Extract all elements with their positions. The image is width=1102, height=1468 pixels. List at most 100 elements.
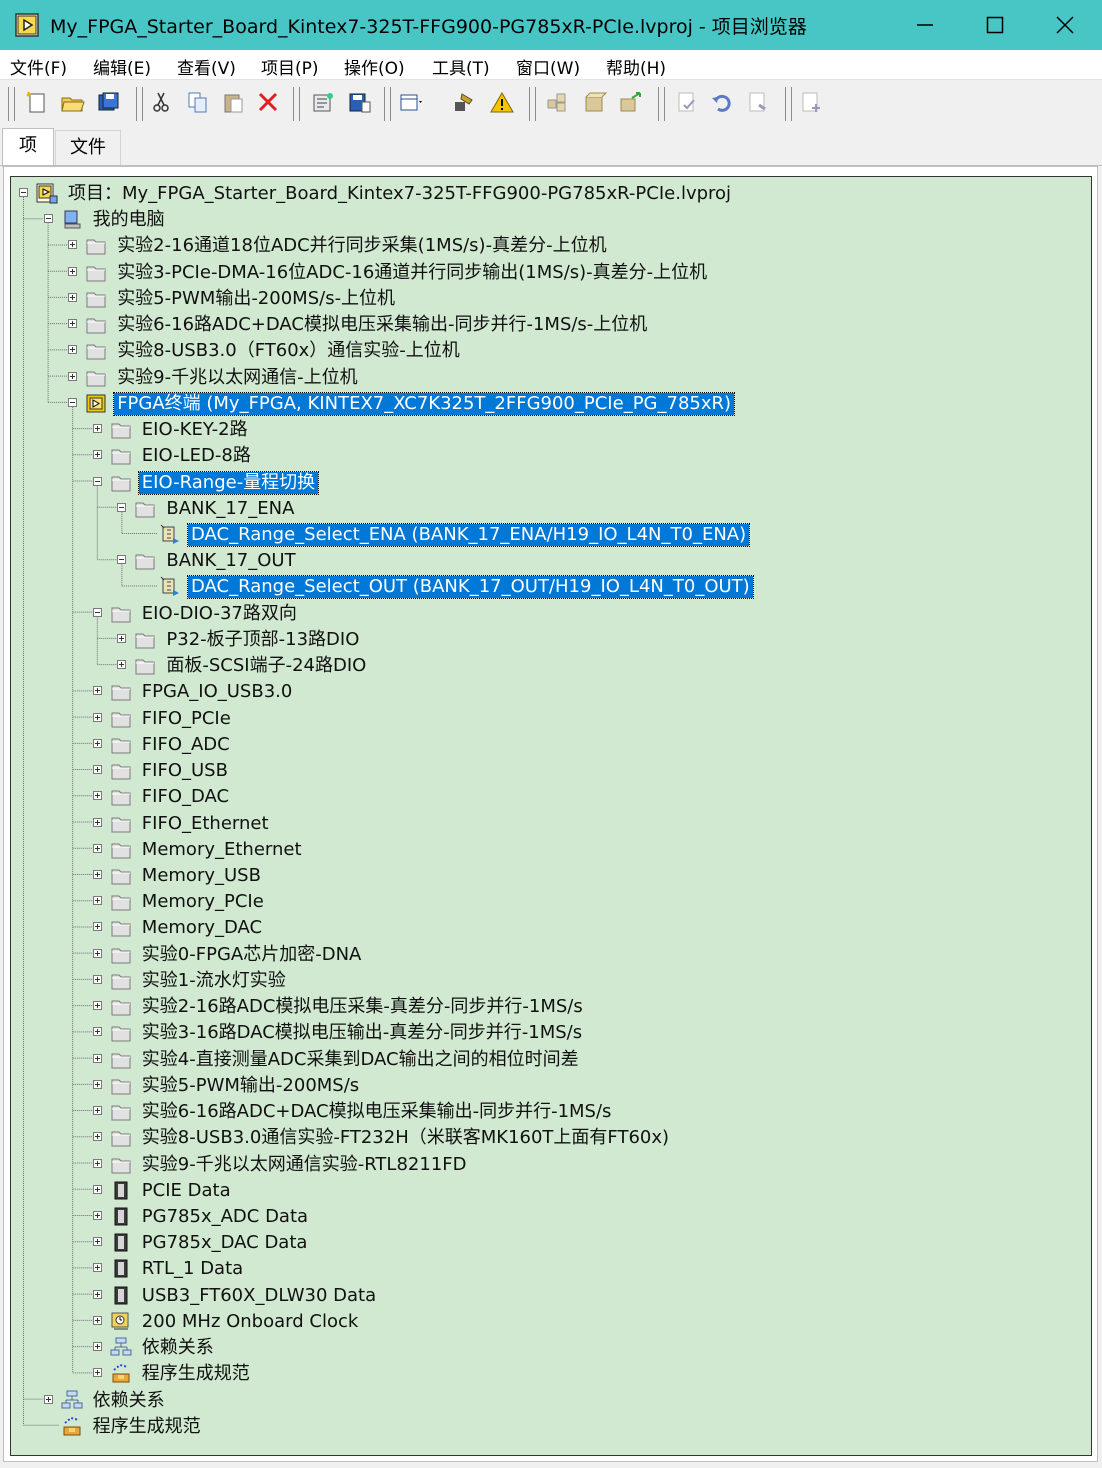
tree-item[interactable]: 实验4-直接测量ADC采集到DAC输出之间的相位时间差: [11, 1047, 1091, 1073]
tab-files[interactable]: 文件: [55, 130, 121, 166]
tree-item[interactable]: 实验5-PWM输出-200MS/s: [11, 1073, 1091, 1099]
expand-icon[interactable]: [68, 319, 78, 329]
collapse-icon[interactable]: [19, 188, 28, 197]
expand-icon[interactable]: [92, 1342, 102, 1352]
tree-item[interactable]: 依赖关系: [11, 1388, 1091, 1414]
tree-item[interactable]: 实验9-千兆以太网通信-上位机: [11, 365, 1091, 391]
tree-item[interactable]: RTL_1 Data: [11, 1256, 1091, 1282]
tree-item[interactable]: EIO-LED-8路: [11, 443, 1091, 469]
expand-icon[interactable]: [92, 1001, 102, 1011]
tree-item[interactable]: 程序生成规范: [11, 1414, 1091, 1440]
tree-item[interactable]: 实验2-16通道18位ADC并行同步采集(1MS/s)-真差分-上位机: [11, 233, 1091, 259]
expand-icon[interactable]: [92, 686, 102, 696]
tree-item[interactable]: USB3_FT60X_DLW30 Data: [11, 1283, 1091, 1309]
expand-icon[interactable]: [117, 633, 127, 643]
tree-item[interactable]: 实验6-16路ADC+DAC模拟电压采集输出-同步并行-1MS/s-上位机: [11, 312, 1091, 338]
tree-item[interactable]: Memory_PCIe: [11, 889, 1091, 915]
tree-item[interactable]: FPGA_IO_USB3.0: [11, 679, 1091, 705]
expand-icon[interactable]: [92, 1027, 102, 1037]
collapse-icon[interactable]: [117, 555, 127, 565]
tree-item[interactable]: EIO-Range-量程切换: [11, 470, 1091, 496]
tree-item[interactable]: EIO-DIO-37路双向: [11, 601, 1091, 627]
paste-button[interactable]: [221, 90, 247, 116]
expand-icon[interactable]: [92, 1106, 102, 1116]
tree-item[interactable]: EIO-KEY-2路: [11, 417, 1091, 443]
expand-icon[interactable]: [92, 817, 102, 827]
tree-item[interactable]: DAC_Range_Select_OUT (BANK_17_OUT/H19_IO…: [11, 574, 1091, 600]
toolbar-grip[interactable]: [529, 87, 536, 121]
tree-item[interactable]: BANK_17_ENA: [11, 496, 1091, 522]
expand-icon[interactable]: [92, 424, 102, 434]
tree-item[interactable]: 实验5-PWM输出-200MS/s-上位机: [11, 286, 1091, 312]
minimize-button[interactable]: [890, 0, 960, 50]
collapse-icon[interactable]: [92, 476, 102, 486]
tree-item[interactable]: FIFO_ADC: [11, 732, 1091, 758]
expand-icon[interactable]: [92, 1158, 102, 1168]
tree-item[interactable]: 200 MHz Onboard Clock: [11, 1309, 1091, 1335]
tree-item[interactable]: FIFO_DAC: [11, 784, 1091, 810]
expand-icon[interactable]: [92, 974, 102, 984]
expand-icon[interactable]: [92, 1237, 102, 1247]
expand-icon[interactable]: [92, 1079, 102, 1089]
collapse-icon[interactable]: [92, 607, 102, 617]
tree-item[interactable]: FIFO_PCIe: [11, 706, 1091, 732]
project-properties-button[interactable]: [311, 90, 337, 116]
expand-icon[interactable]: [92, 1315, 102, 1325]
expand-icon[interactable]: [68, 240, 78, 250]
view-dropdown-button[interactable]: [399, 90, 425, 116]
undo-button[interactable]: [710, 90, 736, 116]
menu-window[interactable]: 窗口(W): [516, 54, 580, 79]
toolbar-grip[interactable]: [8, 87, 15, 121]
tree-item[interactable]: 实验8-USB3.0（FT60x）通信实验-上位机: [11, 338, 1091, 364]
project-tree[interactable]: 项目：My_FPGA_Starter_Board_Kintex7-325T-FF…: [10, 176, 1092, 1456]
warning-button[interactable]: [489, 90, 515, 116]
tree-item[interactable]: 面板-SCSI端子-24路DIO: [11, 653, 1091, 679]
maximize-button[interactable]: [960, 0, 1030, 50]
expand-icon[interactable]: [92, 765, 102, 775]
add-file-button[interactable]: [799, 90, 825, 116]
package-button[interactable]: [582, 90, 608, 116]
tree-item[interactable]: PG785x_DAC Data: [11, 1230, 1091, 1256]
menu-project[interactable]: 项目(P): [261, 54, 319, 79]
expand-icon[interactable]: [92, 738, 102, 748]
toolbar-grip[interactable]: [658, 87, 665, 121]
expand-icon[interactable]: [117, 660, 127, 670]
collapse-icon[interactable]: [43, 214, 53, 224]
tree-item[interactable]: 程序生成规范: [11, 1361, 1091, 1387]
tree-item[interactable]: Memory_DAC: [11, 915, 1091, 941]
menu-view[interactable]: 查看(V): [177, 54, 236, 79]
tree-item[interactable]: Memory_USB: [11, 863, 1091, 889]
tree-item[interactable]: 项目：My_FPGA_Starter_Board_Kintex7-325T-FF…: [11, 181, 1091, 207]
expand-icon[interactable]: [92, 450, 102, 460]
deploy-button[interactable]: [618, 90, 644, 116]
tools-button[interactable]: [452, 90, 478, 116]
save-project-button[interactable]: [347, 90, 373, 116]
toolbar-grip[interactable]: [384, 87, 391, 121]
expand-icon[interactable]: [92, 791, 102, 801]
tree-item[interactable]: 实验8-USB3.0通信实验-FT232H（米联客MK160T上面有FT60x): [11, 1125, 1091, 1151]
tree-item[interactable]: 实验0-FPGA芯片加密-DNA: [11, 942, 1091, 968]
menu-help[interactable]: 帮助(H): [606, 54, 666, 79]
tree-item[interactable]: Memory_Ethernet: [11, 837, 1091, 863]
expand-icon[interactable]: [92, 1184, 102, 1194]
title-bar[interactable]: My_FPGA_Starter_Board_Kintex7-325T-FFG90…: [0, 0, 1102, 50]
toolbar-grip[interactable]: [293, 87, 300, 121]
new-button[interactable]: [24, 90, 50, 116]
refresh-button[interactable]: [746, 90, 772, 116]
cut-button[interactable]: [149, 90, 175, 116]
expand-icon[interactable]: [92, 1368, 102, 1378]
close-button[interactable]: [1030, 0, 1100, 50]
expand-icon[interactable]: [92, 1263, 102, 1273]
tree-item[interactable]: 实验2-16路ADC模拟电压采集-真差分-同步并行-1MS/s: [11, 994, 1091, 1020]
expand-icon[interactable]: [92, 1132, 102, 1142]
menu-edit[interactable]: 编辑(E): [93, 54, 151, 79]
tree-item[interactable]: DAC_Range_Select_ENA (BANK_17_ENA/H19_IO…: [11, 522, 1091, 548]
build-button[interactable]: [545, 90, 571, 116]
expand-icon[interactable]: [92, 1210, 102, 1220]
tree-item[interactable]: 实验1-流水灯实验: [11, 968, 1091, 994]
tree-item[interactable]: PCIE Data: [11, 1178, 1091, 1204]
tree-item[interactable]: 实验9-千兆以太网通信实验-RTL8211FD: [11, 1152, 1091, 1178]
expand-icon[interactable]: [92, 1053, 102, 1063]
check-button[interactable]: [675, 90, 701, 116]
tree-item[interactable]: 实验3-PCIe-DMA-16位ADC-16通道并行同步输出(1MS/s)-真差…: [11, 260, 1091, 286]
